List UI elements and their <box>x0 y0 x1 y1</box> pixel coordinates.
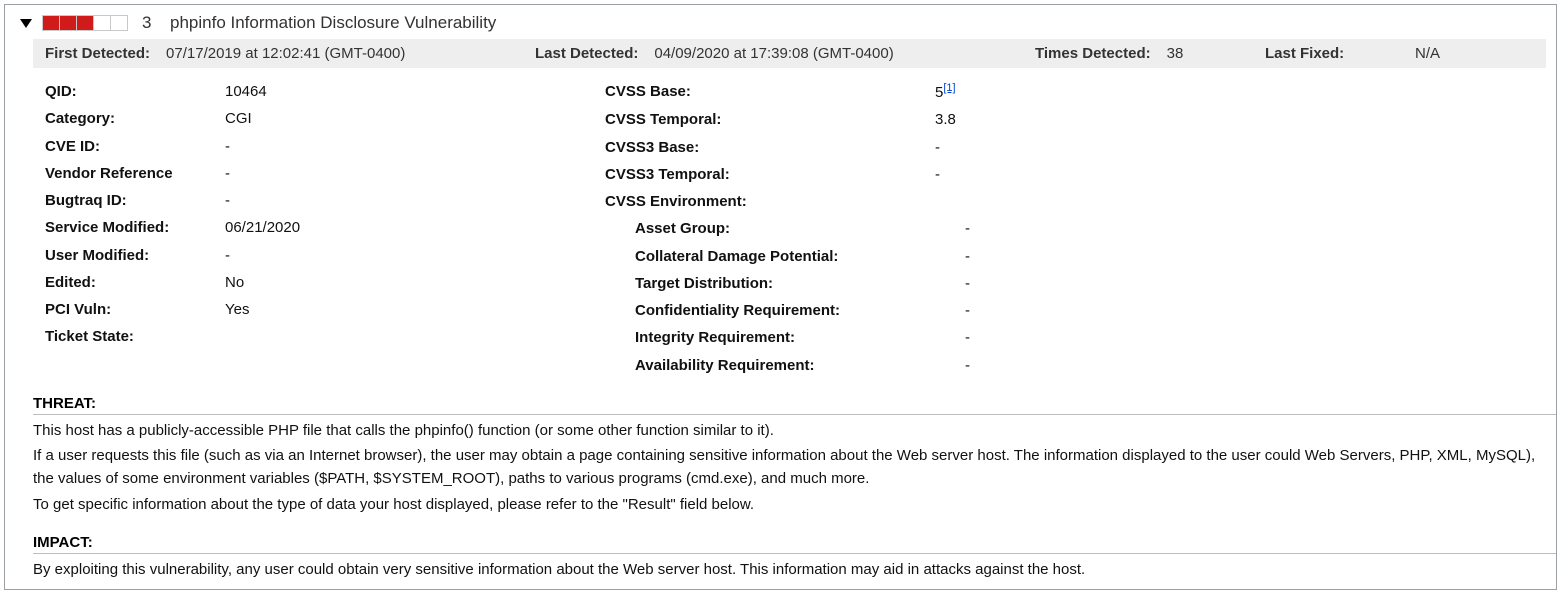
last-fixed-value: N/A <box>1415 45 1440 62</box>
threat-paragraph: To get specific information about the ty… <box>33 493 1546 516</box>
cvss3-temporal-label: CVSS3 Temporal: <box>605 163 935 186</box>
pci-vuln-label: PCI Vuln: <box>45 298 225 321</box>
cvss3-temporal-value: - <box>935 163 1556 186</box>
avail-req-value: - <box>965 354 1556 377</box>
first-detected-label: First Detected: <box>45 45 150 62</box>
vendor-ref-value: - <box>225 162 605 185</box>
cdp-value: - <box>965 245 1556 268</box>
section-divider <box>33 414 1556 415</box>
panel-header[interactable]: 3 phpinfo Information Disclosure Vulnera… <box>5 5 1556 39</box>
edited-value: No <box>225 271 605 294</box>
pci-vuln-value: Yes <box>225 298 605 321</box>
times-detected-label: Times Detected: <box>1035 45 1151 62</box>
times-detected-value: 38 <box>1167 45 1184 62</box>
vulnerability-title: phpinfo Information Disclosure Vulnerabi… <box>170 13 496 33</box>
cvss-temporal-label: CVSS Temporal: <box>605 108 935 131</box>
details-grid: QID:10464 Category:CGI CVE ID:- Vendor R… <box>5 74 1556 385</box>
conf-req-label: Confidentiality Requirement: <box>605 299 965 322</box>
cve-id-value: - <box>225 135 605 158</box>
last-detected-value: 04/09/2020 at 17:39:08 (GMT-0400) <box>654 45 893 62</box>
vendor-ref-label: Vendor Reference <box>45 162 225 185</box>
target-dist-value: - <box>965 272 1556 295</box>
cdp-label: Collateral Damage Potential: <box>605 245 965 268</box>
cvss-env-value <box>935 190 1556 213</box>
impact-section: IMPACT: By exploiting this vulnerability… <box>5 524 1556 589</box>
details-column-right: CVSS Base: 5[1] CVSS Temporal:3.8 CVSS3 … <box>605 78 1556 379</box>
ticket-state-value <box>225 325 605 348</box>
int-req-value: - <box>965 326 1556 349</box>
bugtraq-id-value: - <box>225 189 605 212</box>
severity-cell <box>77 16 94 30</box>
avail-req-label: Availability Requirement: <box>605 354 965 377</box>
cvss-base-footnote-link[interactable]: [1] <box>943 82 955 94</box>
target-dist-label: Target Distribution: <box>605 272 965 295</box>
vulnerability-panel: 3 phpinfo Information Disclosure Vulnera… <box>4 4 1557 590</box>
service-modified-value: 06/21/2020 <box>225 216 605 239</box>
severity-level: 3 <box>142 13 160 33</box>
severity-cell <box>94 16 111 30</box>
conf-req-value: - <box>965 299 1556 322</box>
threat-paragraph: If a user requests this file (such as vi… <box>33 444 1546 491</box>
cve-id-label: CVE ID: <box>45 135 225 158</box>
category-value: CGI <box>225 107 605 130</box>
severity-cell <box>43 16 60 30</box>
cvss-temporal-value: 3.8 <box>935 108 1556 131</box>
threat-section: THREAT: This host has a publicly-accessi… <box>5 385 1556 524</box>
last-detected-label: Last Detected: <box>535 45 638 62</box>
category-label: Category: <box>45 107 225 130</box>
edited-label: Edited: <box>45 271 225 294</box>
threat-paragraph: This host has a publicly-accessible PHP … <box>33 419 1546 442</box>
details-column-left: QID:10464 Category:CGI CVE ID:- Vendor R… <box>45 78 605 379</box>
service-modified-label: Service Modified: <box>45 216 225 239</box>
last-fixed-label: Last Fixed: <box>1265 45 1344 62</box>
detection-summary-bar: First Detected: 07/17/2019 at 12:02:41 (… <box>33 39 1546 68</box>
int-req-label: Integrity Requirement: <box>605 326 965 349</box>
cvss-base-value: 5[1] <box>935 80 1556 104</box>
section-divider <box>33 553 1556 554</box>
bugtraq-id-label: Bugtraq ID: <box>45 189 225 212</box>
impact-paragraph: By exploiting this vulnerability, any us… <box>33 558 1546 581</box>
chevron-down-icon[interactable] <box>20 19 32 28</box>
qid-label: QID: <box>45 80 225 103</box>
severity-indicator <box>42 15 128 31</box>
cvss3-base-label: CVSS3 Base: <box>605 136 935 159</box>
threat-heading: THREAT: <box>33 385 1556 414</box>
threat-body: This host has a publicly-accessible PHP … <box>33 419 1556 524</box>
impact-body: By exploiting this vulnerability, any us… <box>33 558 1556 589</box>
severity-cell <box>111 16 127 30</box>
cvss3-base-value: - <box>935 136 1556 159</box>
ticket-state-label: Ticket State: <box>45 325 225 348</box>
asset-group-label: Asset Group: <box>605 217 965 240</box>
cvss-env-label: CVSS Environment: <box>605 190 935 213</box>
user-modified-label: User Modified: <box>45 244 225 267</box>
first-detected-value: 07/17/2019 at 12:02:41 (GMT-0400) <box>166 45 405 62</box>
severity-cell <box>60 16 77 30</box>
qid-value: 10464 <box>225 80 605 103</box>
impact-heading: IMPACT: <box>33 524 1556 553</box>
user-modified-value: - <box>225 244 605 267</box>
cvss-base-label: CVSS Base: <box>605 80 935 104</box>
asset-group-value: - <box>965 217 1556 240</box>
